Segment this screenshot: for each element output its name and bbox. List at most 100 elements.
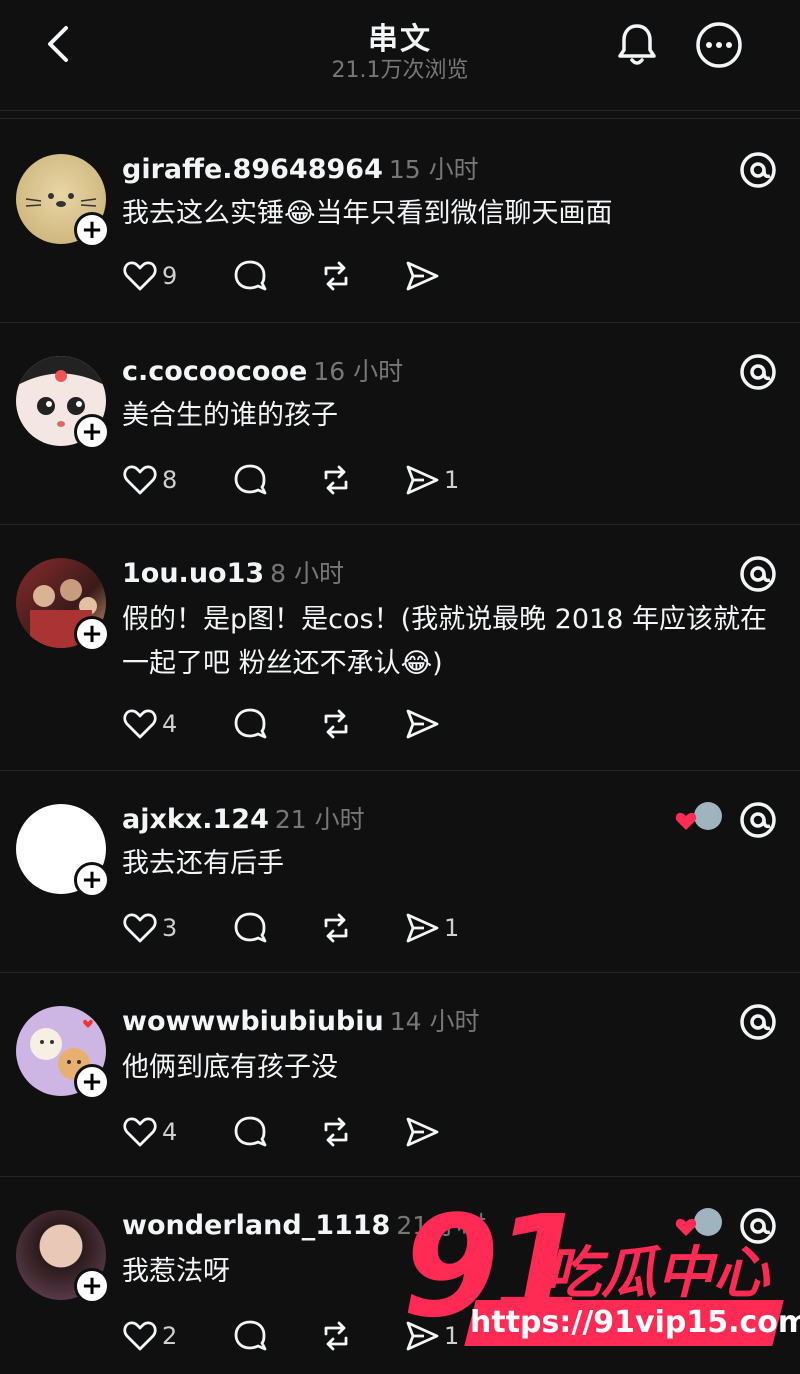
- repost-button[interactable]: [318, 704, 354, 744]
- post-meta: wowwwbiubiubiu 14 小时: [122, 1002, 480, 1038]
- follow-plus-icon[interactable]: +: [74, 212, 110, 248]
- comment-icon: [234, 1320, 267, 1351]
- like-button[interactable]: 2: [122, 1316, 177, 1356]
- bell-icon[interactable]: [612, 20, 662, 70]
- like-count: 9: [162, 262, 178, 290]
- repost-icon: [324, 913, 348, 943]
- post-time: 16 小时: [313, 357, 404, 386]
- repost-button[interactable]: [318, 460, 354, 500]
- repost-button[interactable]: [318, 1316, 354, 1356]
- share-count: 1: [444, 466, 460, 494]
- like-count: 4: [162, 1118, 178, 1146]
- heart-icon: [123, 465, 157, 495]
- post-meta: ajxkx.124 21 小时: [122, 800, 365, 836]
- comment-button[interactable]: [232, 908, 268, 948]
- share-button[interactable]: [404, 704, 444, 744]
- like-button[interactable]: 3: [122, 908, 177, 948]
- share-button[interactable]: [404, 256, 444, 296]
- heart-icon: [123, 261, 157, 291]
- heart-icon: [123, 1117, 157, 1147]
- share-icon: [406, 261, 439, 291]
- top-bar: 串文 21.1万次浏览: [0, 0, 800, 111]
- like-count: 4: [162, 710, 178, 738]
- heart-icon: [123, 913, 157, 943]
- watermark-url: https://91vip15.com: [470, 1305, 800, 1340]
- post-time: 15 小时: [388, 155, 479, 184]
- view-count: 21.1万次浏览: [331, 58, 469, 83]
- repost-icon: [324, 709, 348, 739]
- follow-plus-icon[interactable]: +: [74, 616, 110, 652]
- repost-icon: [324, 1117, 348, 1147]
- liked-by-author-icon: [675, 802, 722, 830]
- like-count: 2: [162, 1322, 178, 1350]
- post-text: 我去还有后手: [122, 848, 284, 879]
- post-meta: giraffe.89648964 15 小时: [122, 150, 479, 186]
- post-time: 8 小时: [270, 559, 345, 588]
- post-meta: 1ou.uo13 8 小时: [122, 554, 344, 590]
- share-count: 1: [444, 914, 460, 942]
- threads-icon[interactable]: [736, 148, 780, 192]
- threads-icon[interactable]: [736, 798, 780, 842]
- username[interactable]: c.cocoocooe: [122, 356, 307, 387]
- threads-icon[interactable]: [736, 552, 780, 596]
- post-time: 21 小时: [274, 805, 365, 834]
- username[interactable]: wowwwbiubiubiu: [122, 1006, 384, 1037]
- threads-icon[interactable]: [736, 350, 780, 394]
- like-button[interactable]: 4: [122, 704, 177, 744]
- share-button[interactable]: 1: [404, 460, 459, 500]
- repost-icon: [324, 261, 348, 291]
- comment-button[interactable]: [232, 460, 268, 500]
- repost-button[interactable]: [318, 1112, 354, 1152]
- heart-icon: [123, 1321, 157, 1351]
- post-text: 假的！是p图！是cos！(我就说最晚 2018 年应该就在一起了吧 粉丝还不承认…: [122, 604, 767, 679]
- comment-button[interactable]: [232, 704, 268, 744]
- comment-icon: [234, 260, 267, 291]
- comment-icon: [234, 1116, 267, 1147]
- post-text: 美合生的谁的孩子: [122, 400, 338, 431]
- post[interactable]: + 1ou.uo13 8 小时 假的！是p图！是cos！(我就说最晚 2018 年…: [0, 524, 800, 771]
- share-icon: [406, 1117, 439, 1147]
- post[interactable]: + giraffe.89648964 15 小时 我去这么实锤😂当年只看到微信聊天…: [0, 120, 800, 323]
- username[interactable]: ajxkx.124: [122, 804, 269, 835]
- post[interactable]: + ajxkx.124 21 小时 我去还有后手 3 1: [0, 770, 800, 973]
- username[interactable]: wonderland_1118: [122, 1210, 390, 1241]
- comment-button[interactable]: [232, 1112, 268, 1152]
- threads-icon[interactable]: [736, 1000, 780, 1044]
- comment-icon: [234, 912, 267, 943]
- repost-icon: [324, 1321, 348, 1351]
- watermark-url-banner: https://91vip15.com: [464, 1300, 800, 1346]
- more-icon[interactable]: [694, 20, 744, 70]
- like-count: 3: [162, 914, 178, 942]
- comment-icon: [234, 464, 267, 495]
- username[interactable]: 1ou.uo13: [122, 558, 264, 589]
- follow-plus-icon[interactable]: +: [74, 414, 110, 450]
- follow-plus-icon[interactable]: +: [74, 862, 110, 898]
- follow-plus-icon[interactable]: +: [74, 1064, 110, 1100]
- repost-button[interactable]: [318, 908, 354, 948]
- share-icon: [406, 709, 439, 739]
- follow-plus-icon[interactable]: +: [74, 1268, 110, 1304]
- like-count: 8: [162, 466, 178, 494]
- post-meta: c.cocoocooe 16 小时: [122, 352, 403, 388]
- repost-icon: [324, 465, 348, 495]
- post[interactable]: + c.cocoocooe 16 小时 美合生的谁的孩子 8 1: [0, 322, 800, 525]
- post[interactable]: + wowwwbiubiubiu 14 小时 他俩到底有孩子没 4: [0, 972, 800, 1177]
- share-icon: [406, 913, 439, 943]
- share-icon: [406, 465, 439, 495]
- divider: [0, 118, 800, 119]
- like-button[interactable]: 8: [122, 460, 177, 500]
- comment-button[interactable]: [232, 1316, 268, 1356]
- share-button[interactable]: 1: [404, 908, 459, 948]
- comment-button[interactable]: [232, 256, 268, 296]
- post-text: 我去这么实锤😂当年只看到微信聊天画面: [122, 198, 613, 229]
- watermark-name: 吃瓜中心: [545, 1241, 769, 1306]
- share-button[interactable]: [404, 1112, 444, 1152]
- repost-button[interactable]: [318, 256, 354, 296]
- like-button[interactable]: 4: [122, 1112, 177, 1152]
- post-time: 14 小时: [389, 1007, 480, 1036]
- comment-icon: [234, 708, 267, 739]
- heart-icon: [123, 709, 157, 739]
- like-button[interactable]: 9: [122, 256, 177, 296]
- username[interactable]: giraffe.89648964: [122, 154, 383, 185]
- post-text: 他俩到底有孩子没: [122, 1052, 338, 1083]
